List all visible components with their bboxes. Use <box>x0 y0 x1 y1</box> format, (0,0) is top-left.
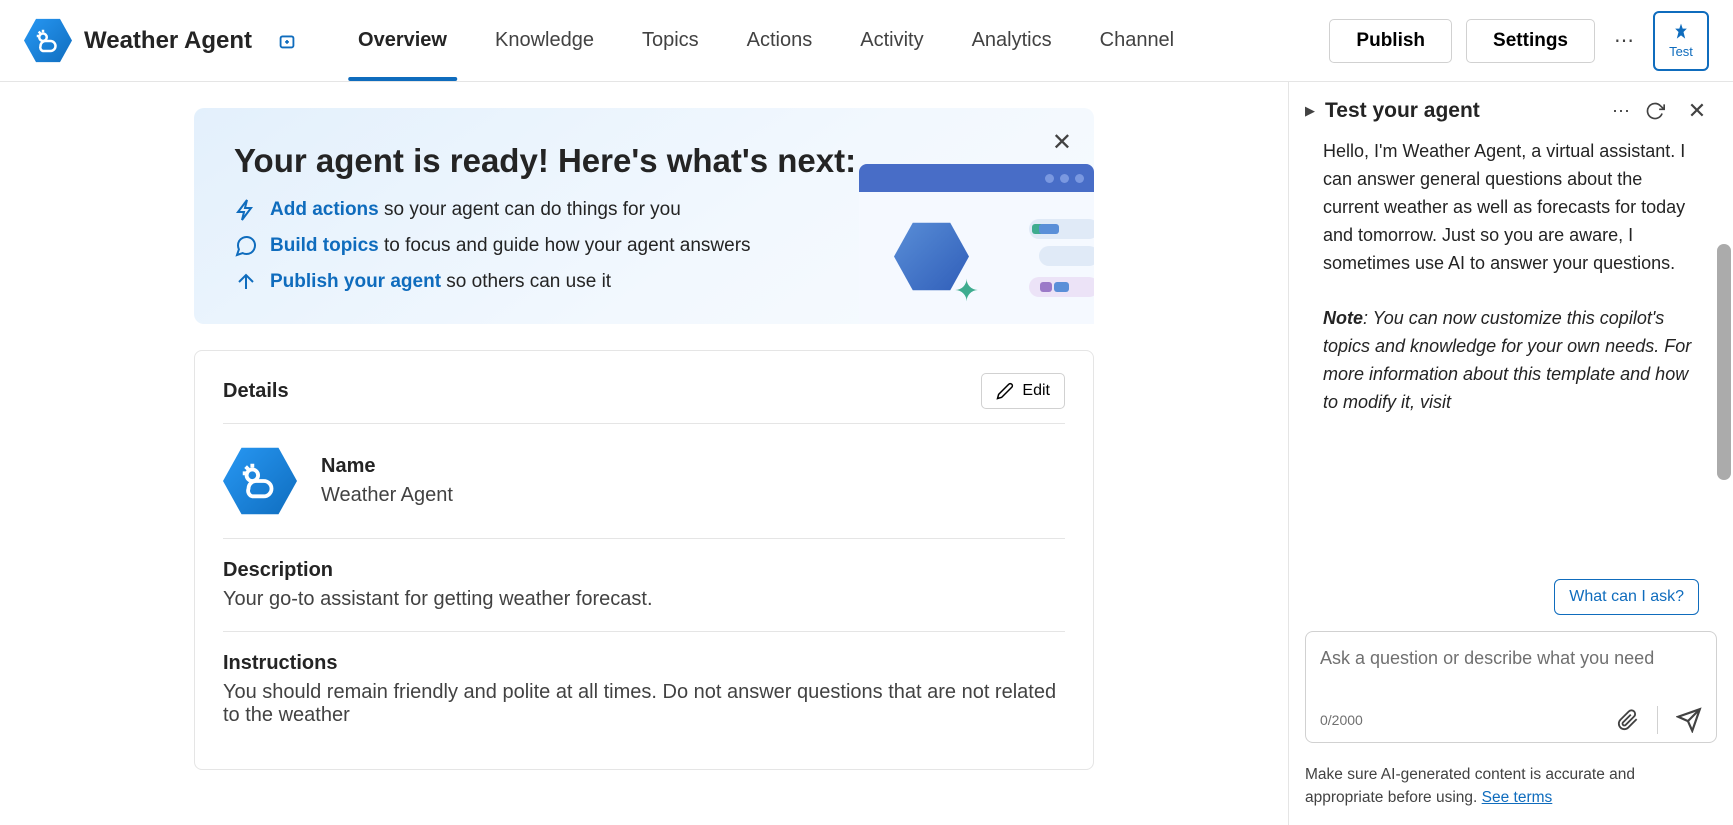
more-icon[interactable]: ⋯ <box>1609 28 1639 53</box>
details-header: Details Edit <box>223 373 1065 424</box>
add-actions-link[interactable]: Add actions <box>270 199 379 220</box>
nav-tabs: Overview Knowledge Topics Actions Activi… <box>334 0 1198 81</box>
publish-link[interactable]: Publish your agent <box>270 271 441 292</box>
arrow-up-icon <box>234 270 258 294</box>
hero-text-0: so your agent can do things for you <box>379 199 681 220</box>
instructions-value: You should remain friendly and polite at… <box>223 681 1065 727</box>
hero-text-1: to focus and guide how your agent answer… <box>379 235 751 256</box>
suggestion-chip[interactable]: What can I ask? <box>1554 579 1699 615</box>
test-panel: ▶ Test your agent ⋯ ✕ Hello, I'm Weather… <box>1288 82 1733 825</box>
bot-greeting: Hello, I'm Weather Agent, a virtual assi… <box>1323 141 1685 273</box>
details-card: Details Edit Name Weather Agent <box>194 350 1094 770</box>
refresh-icon[interactable] <box>1645 101 1673 121</box>
chat-input[interactable]: Ask a question or describe what you need <box>1320 646 1702 698</box>
tab-knowledge[interactable]: Knowledge <box>471 0 618 81</box>
send-icon[interactable] <box>1676 707 1702 733</box>
instructions-label: Instructions <box>223 652 1065 675</box>
collapse-icon[interactable]: ▶ <box>1305 103 1315 119</box>
detail-description-row: Description Your go-to assistant for get… <box>223 539 1065 632</box>
header-right: Publish Settings ⋯ Test <box>1329 11 1709 71</box>
test-button-label: Test <box>1669 44 1693 59</box>
input-footer: 0/2000 <box>1320 706 1702 734</box>
description-label: Description <box>223 559 1065 582</box>
chat-input-card: Ask a question or describe what you need… <box>1305 631 1717 743</box>
test-close-icon[interactable]: ✕ <box>1683 98 1711 124</box>
details-title: Details <box>223 380 289 403</box>
agent-title: Weather Agent <box>84 27 252 55</box>
build-topics-link[interactable]: Build topics <box>270 235 379 256</box>
note-label: Note <box>1323 308 1363 328</box>
close-icon[interactable]: ✕ <box>1052 128 1072 157</box>
detail-instructions-row: Instructions You should remain friendly … <box>223 632 1065 747</box>
tab-analytics[interactable]: Analytics <box>948 0 1076 81</box>
chat-area: Hello, I'm Weather Agent, a virtual assi… <box>1305 138 1717 571</box>
tab-overview[interactable]: Overview <box>334 0 471 81</box>
char-count: 0/2000 <box>1320 712 1363 728</box>
pin-icon <box>1671 22 1691 42</box>
disclaimer-text: Make sure AI-generated content is accura… <box>1305 766 1635 806</box>
bot-message: Hello, I'm Weather Agent, a virtual assi… <box>1323 138 1699 417</box>
agent-edit-icon[interactable] <box>276 30 298 52</box>
name-label: Name <box>321 455 453 478</box>
publish-button[interactable]: Publish <box>1329 19 1452 63</box>
note-text: : You can now customize this copilot's t… <box>1323 308 1691 412</box>
pencil-icon <box>996 382 1014 400</box>
hero-banner: ✕ Your agent is ready! Here's what's nex… <box>194 108 1094 324</box>
tab-topics[interactable]: Topics <box>618 0 723 81</box>
detail-agent-icon <box>223 444 297 518</box>
test-panel-title: Test your agent <box>1325 99 1597 123</box>
top-header: Weather Agent Overview Knowledge Topics … <box>0 0 1733 82</box>
test-button[interactable]: Test <box>1653 11 1709 71</box>
suggestion-wrap: What can I ask? <box>1305 571 1717 627</box>
main-pane: ✕ Your agent is ready! Here's what's nex… <box>0 82 1288 825</box>
attach-icon[interactable] <box>1617 709 1639 731</box>
hero-illustration: ✦ <box>859 164 1094 324</box>
test-panel-header: ▶ Test your agent ⋯ ✕ <box>1305 82 1717 138</box>
agent-icon <box>24 17 72 65</box>
settings-button[interactable]: Settings <box>1466 19 1595 63</box>
detail-name-row: Name Weather Agent <box>223 424 1065 539</box>
scrollbar[interactable] <box>1717 244 1731 480</box>
disclaimer: Make sure AI-generated content is accura… <box>1305 755 1717 825</box>
chat-icon <box>234 234 258 258</box>
edit-label: Edit <box>1022 382 1050 400</box>
test-more-icon[interactable]: ⋯ <box>1607 101 1635 122</box>
hero-text-2: so others can use it <box>441 271 611 292</box>
see-terms-link[interactable]: See terms <box>1482 789 1553 806</box>
tab-activity[interactable]: Activity <box>836 0 947 81</box>
tab-channel[interactable]: Channel <box>1076 0 1199 81</box>
tab-actions[interactable]: Actions <box>723 0 837 81</box>
name-value: Weather Agent <box>321 484 453 507</box>
bolt-icon <box>234 198 258 222</box>
edit-button[interactable]: Edit <box>981 373 1065 409</box>
description-value: Your go-to assistant for getting weather… <box>223 588 1065 611</box>
